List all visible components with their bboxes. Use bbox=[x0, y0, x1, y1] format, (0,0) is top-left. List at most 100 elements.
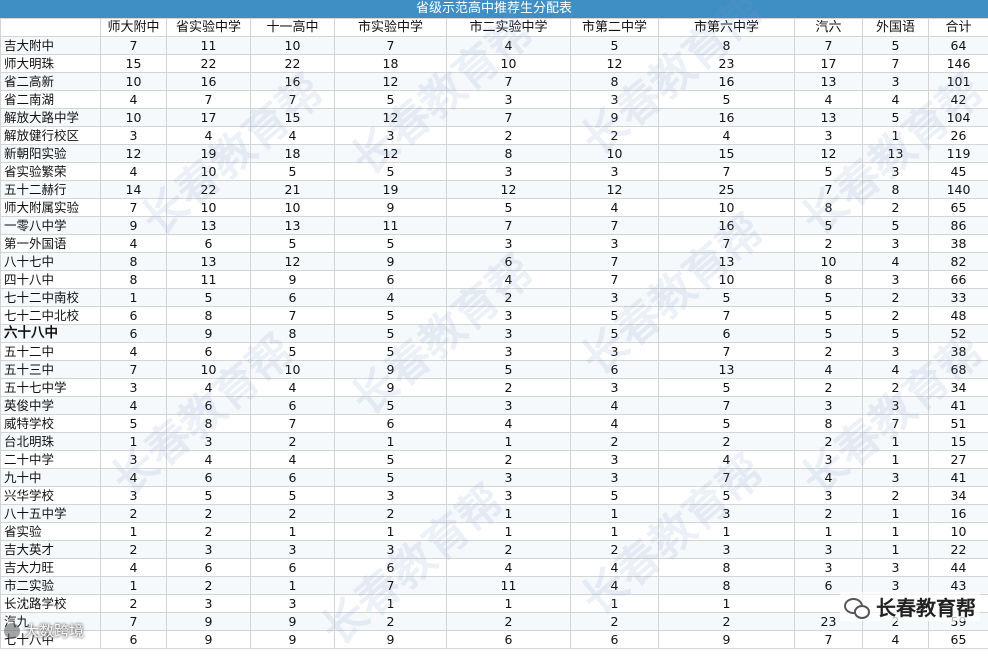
quota-cell: 2 bbox=[335, 505, 447, 523]
quota-cell: 1 bbox=[447, 523, 571, 541]
quota-cell: 4 bbox=[659, 127, 795, 145]
quota-cell: 64 bbox=[929, 37, 988, 55]
table-row: 七十二中南校15642355233 bbox=[1, 289, 988, 307]
allocation-table: 师大附中省实验中学十一高中市实验中学市二实验中学市第二中学市第六中学汽六外国语合… bbox=[0, 18, 988, 649]
quota-cell: 7 bbox=[101, 37, 167, 55]
quota-cell: 6 bbox=[101, 325, 167, 343]
quota-cell: 12 bbox=[251, 253, 335, 271]
quota-cell: 5 bbox=[335, 325, 447, 343]
quota-cell: 27 bbox=[929, 451, 988, 469]
quota-cell: 4 bbox=[447, 37, 571, 55]
table-row: 五十三中71010956134468 bbox=[1, 361, 988, 379]
table-row: 新朝阳实验12191812810151213119 bbox=[1, 145, 988, 163]
quota-cell: 4 bbox=[571, 577, 659, 595]
quota-cell: 4 bbox=[863, 253, 929, 271]
quota-cell: 1 bbox=[447, 595, 571, 613]
school-name-cell: 师大附属实验 bbox=[1, 199, 101, 217]
quota-cell: 4 bbox=[101, 469, 167, 487]
quota-cell: 3 bbox=[863, 235, 929, 253]
quota-cell: 6 bbox=[101, 307, 167, 325]
quota-cell: 12 bbox=[571, 181, 659, 199]
source-text: 大数跨境 bbox=[24, 620, 84, 641]
quota-cell: 5 bbox=[795, 325, 863, 343]
quota-cell: 42 bbox=[929, 91, 988, 109]
quota-cell: 3 bbox=[447, 91, 571, 109]
quota-cell: 8 bbox=[571, 73, 659, 91]
quota-cell: 1 bbox=[101, 577, 167, 595]
column-header bbox=[1, 19, 101, 37]
table-row: 八十五中学22221132116 bbox=[1, 505, 988, 523]
quota-cell: 7 bbox=[251, 415, 335, 433]
quota-cell: 4 bbox=[659, 451, 795, 469]
quota-cell: 6 bbox=[571, 631, 659, 649]
quota-cell: 5 bbox=[447, 199, 571, 217]
quota-cell: 8 bbox=[251, 325, 335, 343]
quota-cell: 5 bbox=[659, 91, 795, 109]
quota-cell: 1 bbox=[863, 127, 929, 145]
quota-cell: 13 bbox=[659, 361, 795, 379]
table-row: 一零八中学913131177165586 bbox=[1, 217, 988, 235]
quota-cell: 4 bbox=[447, 415, 571, 433]
quota-cell: 1 bbox=[251, 577, 335, 595]
quota-cell: 4 bbox=[795, 91, 863, 109]
brand-text: 长春教育帮 bbox=[876, 592, 976, 621]
quota-cell: 7 bbox=[659, 469, 795, 487]
quota-cell: 10 bbox=[251, 199, 335, 217]
quota-cell: 5 bbox=[659, 289, 795, 307]
column-header: 师大附中 bbox=[101, 19, 167, 37]
table-row: 兴华学校35533553234 bbox=[1, 487, 988, 505]
quota-cell: 2 bbox=[101, 541, 167, 559]
quota-cell: 8 bbox=[167, 307, 251, 325]
quota-cell: 1 bbox=[571, 523, 659, 541]
quota-cell: 12 bbox=[447, 181, 571, 199]
quota-cell: 51 bbox=[929, 415, 988, 433]
quota-cell: 2 bbox=[571, 541, 659, 559]
quota-cell: 5 bbox=[571, 325, 659, 343]
quota-cell: 3 bbox=[571, 469, 659, 487]
quota-cell: 12 bbox=[335, 145, 447, 163]
quota-cell: 7 bbox=[447, 109, 571, 127]
quota-cell: 5 bbox=[659, 415, 795, 433]
quota-cell: 10 bbox=[167, 361, 251, 379]
quota-cell: 65 bbox=[929, 631, 988, 649]
quota-cell: 3 bbox=[571, 289, 659, 307]
quota-cell: 5 bbox=[251, 163, 335, 181]
quota-cell: 4 bbox=[571, 397, 659, 415]
quota-cell: 9 bbox=[335, 253, 447, 271]
quota-cell: 8 bbox=[795, 199, 863, 217]
quota-cell: 18 bbox=[335, 55, 447, 73]
quota-cell: 38 bbox=[929, 343, 988, 361]
quota-cell: 26 bbox=[929, 127, 988, 145]
quota-cell: 3 bbox=[101, 451, 167, 469]
quota-cell: 16 bbox=[251, 73, 335, 91]
table-row: 六十八中69853565552 bbox=[1, 325, 988, 343]
school-name-cell: 省二高新 bbox=[1, 73, 101, 91]
quota-cell: 3 bbox=[101, 487, 167, 505]
quota-cell: 119 bbox=[929, 145, 988, 163]
quota-cell: 3 bbox=[571, 163, 659, 181]
quota-cell: 4 bbox=[447, 559, 571, 577]
quota-cell: 12 bbox=[571, 55, 659, 73]
school-name-cell: 解放大路中学 bbox=[1, 109, 101, 127]
table-row: 解放健行校区34432243126 bbox=[1, 127, 988, 145]
table-row: 省实验繁荣410553375345 bbox=[1, 163, 988, 181]
quota-cell: 3 bbox=[447, 487, 571, 505]
quota-cell: 12 bbox=[101, 145, 167, 163]
quota-cell: 8 bbox=[101, 253, 167, 271]
quota-cell: 3 bbox=[447, 397, 571, 415]
quota-cell: 5 bbox=[335, 235, 447, 253]
quota-cell: 7 bbox=[571, 217, 659, 235]
quota-cell: 7 bbox=[863, 55, 929, 73]
quota-cell: 10 bbox=[101, 109, 167, 127]
quota-cell: 6 bbox=[251, 397, 335, 415]
quota-cell: 1 bbox=[335, 433, 447, 451]
quota-cell: 3 bbox=[335, 127, 447, 145]
quota-cell: 5 bbox=[251, 343, 335, 361]
column-header: 市实验中学 bbox=[335, 19, 447, 37]
quota-cell: 3 bbox=[795, 397, 863, 415]
quota-cell: 1 bbox=[863, 451, 929, 469]
quota-cell: 3 bbox=[447, 469, 571, 487]
table-row: 师大附属实验71010954108265 bbox=[1, 199, 988, 217]
quota-cell: 7 bbox=[251, 91, 335, 109]
quota-cell: 12 bbox=[335, 109, 447, 127]
